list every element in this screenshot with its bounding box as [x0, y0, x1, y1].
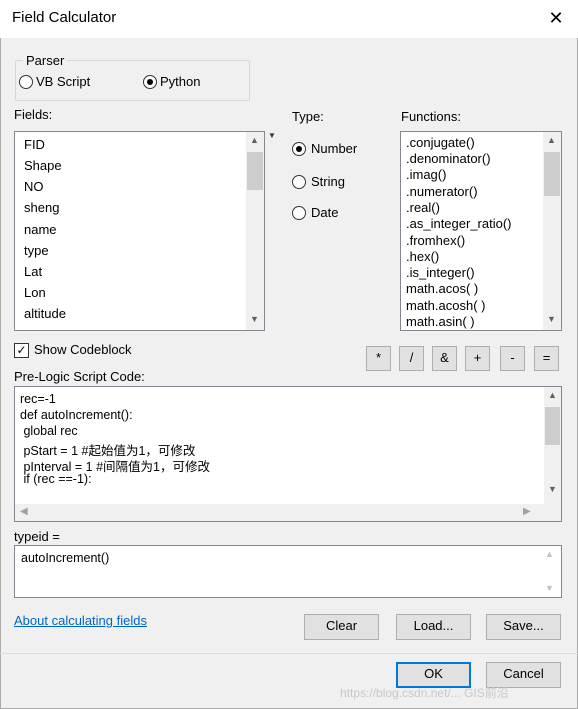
list-item[interactable]: .as_integer_ratio()	[406, 216, 512, 231]
scroll-up-icon[interactable]: ▲	[544, 390, 561, 400]
list-item[interactable]: Shape	[24, 158, 62, 173]
code-line: rec=-1	[20, 392, 56, 406]
code-line: if (rec ==-1):	[20, 472, 92, 486]
list-item[interactable]: .real()	[406, 200, 440, 215]
radio-number-label: Number	[311, 141, 358, 156]
radio-vbscript-label: VB Script	[36, 74, 91, 89]
type-label: Type:	[292, 109, 324, 124]
scroll-thumb[interactable]	[544, 152, 560, 196]
list-item[interactable]: .fromhex()	[406, 233, 465, 248]
list-item[interactable]: .denominator()	[406, 151, 491, 166]
scroll-down-icon[interactable]: ▼	[545, 583, 554, 593]
list-item[interactable]: .numerator()	[406, 184, 478, 199]
radio-circle-icon	[292, 206, 306, 220]
code-vscrollbar[interactable]: ▲ ▼	[544, 387, 561, 504]
list-item[interactable]: Lat	[24, 264, 42, 279]
list-item[interactable]: sheng	[24, 200, 59, 215]
functions-label: Functions:	[401, 109, 461, 124]
close-icon[interactable]: ✕	[544, 6, 568, 30]
prelogic-code-editor[interactable]: rec=-1 def autoIncrement(): global rec p…	[14, 386, 562, 522]
expression-value: autoIncrement()	[21, 551, 110, 565]
parser-label: Parser	[23, 53, 68, 68]
divider	[0, 653, 578, 654]
dropdown-arrow-icon[interactable]: ▼	[268, 131, 276, 140]
list-item[interactable]: type	[24, 243, 49, 258]
scroll-up-icon[interactable]: ▲	[246, 135, 263, 145]
scroll-thumb[interactable]	[247, 152, 263, 190]
list-item[interactable]: .is_integer()	[406, 265, 475, 280]
expression-input[interactable]: autoIncrement() ▲ ▼	[14, 545, 562, 598]
scroll-left-icon[interactable]: ◀	[20, 506, 28, 517]
fields-label: Fields:	[14, 107, 53, 122]
scroll-down-icon[interactable]: ▼	[246, 314, 263, 324]
plus-button[interactable]: +	[465, 346, 490, 371]
code-line: def autoIncrement():	[20, 408, 133, 422]
scroll-thumb[interactable]	[545, 407, 560, 445]
radio-circle-icon	[19, 75, 33, 89]
radio-date-label: Date	[311, 205, 339, 220]
list-item[interactable]: FID	[24, 137, 45, 152]
list-item[interactable]: math.acos( )	[406, 281, 478, 296]
radio-string[interactable]: String	[292, 174, 372, 192]
list-item[interactable]: math.asin( )	[406, 314, 475, 329]
watermark-text: https://blog.csdn.net/... GIS前沿	[340, 686, 509, 700]
list-item[interactable]: .hex()	[406, 249, 439, 264]
list-item[interactable]: math.acosh( )	[406, 298, 485, 313]
checkmark-icon: ✓	[14, 343, 29, 358]
fields-scrollbar[interactable]: ▲ ▼	[246, 132, 264, 330]
ampersand-button[interactable]: &	[432, 346, 457, 371]
radio-date[interactable]: Date	[292, 205, 372, 223]
code-hscrollbar[interactable]: ◀ ▶	[15, 504, 561, 521]
scroll-up-icon[interactable]: ▲	[545, 549, 554, 559]
show-codeblock-label: Show Codeblock	[34, 342, 132, 357]
save-button[interactable]: Save...	[486, 614, 561, 640]
radio-string-label: String	[311, 174, 345, 189]
list-item[interactable]: .conjugate()	[406, 135, 475, 150]
radio-python[interactable]: Python	[143, 74, 243, 92]
radio-circle-icon	[292, 175, 306, 189]
list-item[interactable]: name	[24, 222, 57, 237]
radio-number[interactable]: Number	[292, 141, 372, 159]
prelogic-label: Pre-Logic Script Code:	[14, 369, 145, 384]
multiply-button[interactable]: *	[366, 346, 391, 371]
list-item[interactable]: NO	[24, 179, 44, 194]
functions-list[interactable]: .conjugate() .denominator() .imag() .num…	[400, 131, 562, 331]
divide-button[interactable]: /	[399, 346, 424, 371]
minus-button[interactable]: -	[500, 346, 525, 371]
list-item[interactable]: Lon	[24, 285, 46, 300]
scroll-down-icon[interactable]: ▼	[544, 484, 561, 494]
radio-selected-icon	[292, 142, 306, 156]
window-title: Field Calculator	[12, 9, 117, 26]
expression-label: typeid =	[14, 529, 60, 544]
radio-selected-icon	[143, 75, 157, 89]
list-item[interactable]: altitude	[24, 306, 66, 321]
scroll-down-icon[interactable]: ▼	[543, 314, 560, 324]
load-button[interactable]: Load...	[396, 614, 471, 640]
list-item[interactable]: .imag()	[406, 167, 446, 182]
functions-scrollbar[interactable]: ▲ ▼	[543, 132, 561, 330]
radio-vbscript[interactable]: VB Script	[19, 74, 129, 92]
about-calculating-fields-link[interactable]: About calculating fields	[14, 613, 147, 628]
code-line: global rec	[20, 424, 78, 438]
equals-button[interactable]: =	[534, 346, 559, 371]
clear-button[interactable]: Clear	[304, 614, 379, 640]
scroll-up-icon[interactable]: ▲	[543, 135, 560, 145]
scroll-right-icon[interactable]: ▶	[523, 506, 531, 517]
fields-list[interactable]: FID Shape NO sheng name type Lat Lon alt…	[14, 131, 265, 331]
radio-python-label: Python	[160, 74, 201, 89]
show-codeblock-checkbox[interactable]: ✓ Show Codeblock	[14, 342, 144, 360]
